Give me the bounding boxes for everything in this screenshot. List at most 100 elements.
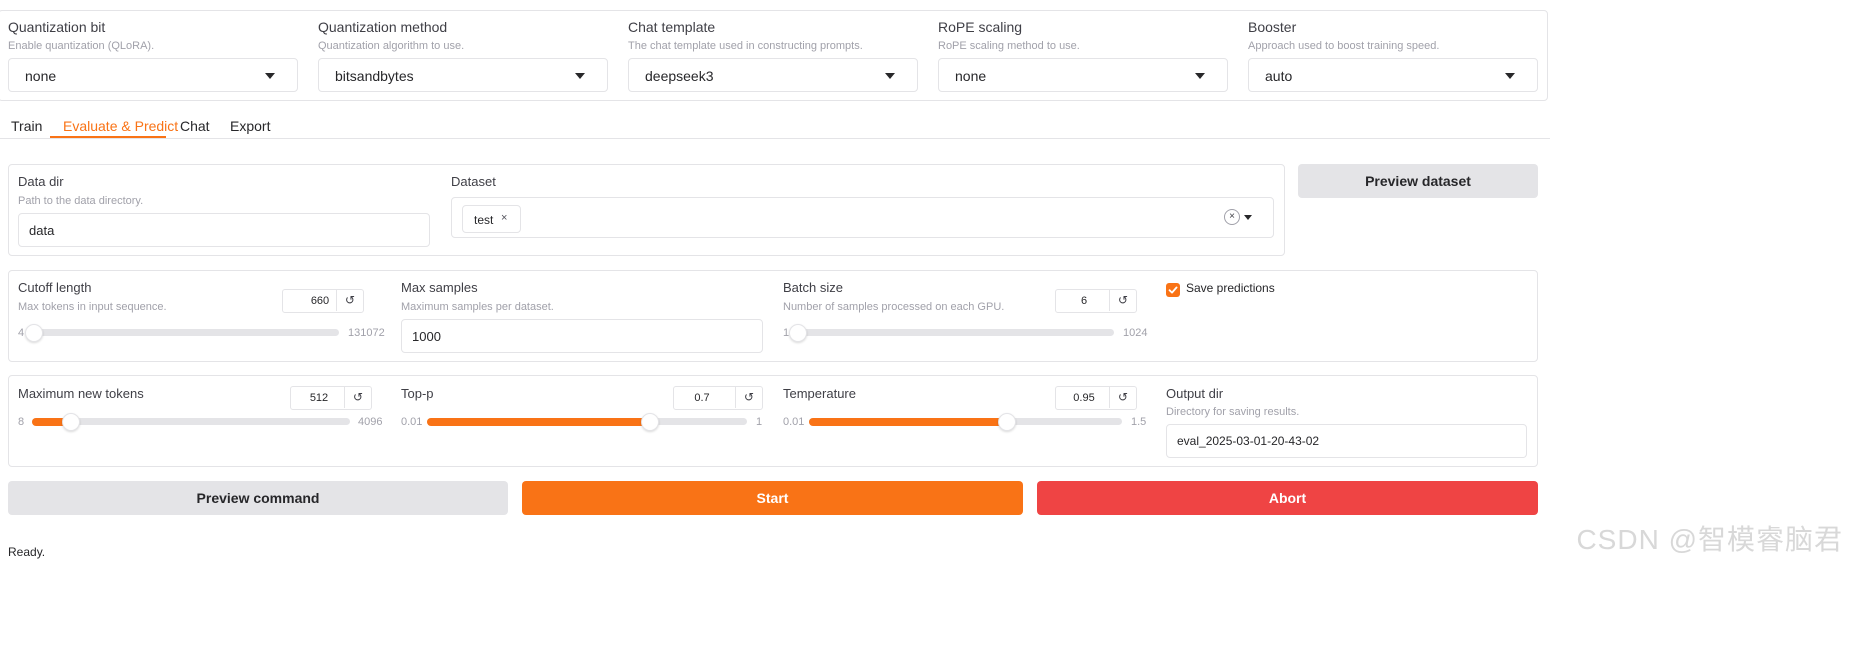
cutoff-length-info: Max tokens in input sequence. (18, 301, 167, 313)
chat-template-dropdown[interactable]: deepseek3 (628, 58, 918, 92)
batch-size-number-input[interactable]: 6 ↺ (1055, 289, 1137, 313)
temperature-label: Temperature (783, 386, 856, 401)
rope-scaling-info: RoPE scaling method to use. (938, 40, 1080, 52)
max-samples-input[interactable]: 1000 (401, 319, 763, 353)
params-row1-panel (8, 270, 1538, 362)
watermark: CSDN @智模睿脑君 (1576, 524, 1843, 555)
chevron-down-icon (885, 73, 895, 79)
chat-template-value: deepseek3 (645, 68, 714, 84)
abort-button[interactable]: Abort (1037, 481, 1538, 515)
temperature-max: 1.5 (1131, 416, 1147, 428)
rope-scaling-dropdown[interactable]: none (938, 58, 1228, 92)
top-p-number-input[interactable]: 0.7 ↺ (673, 386, 763, 410)
quantization-bit-label: Quantization bit (8, 19, 106, 35)
cutoff-length-label: Cutoff length (18, 280, 92, 295)
chevron-down-icon (1195, 73, 1205, 79)
quantization-method-label: Quantization method (318, 19, 448, 35)
quantization-method-value: bitsandbytes (335, 68, 414, 84)
booster-value: auto (1265, 68, 1293, 84)
cutoff-length-number-input[interactable]: 660 ↺ (282, 289, 364, 313)
remove-chip-icon[interactable]: × (501, 212, 507, 224)
tab-export[interactable]: Export (230, 118, 270, 134)
data-dir-info: Path to the data directory. (18, 195, 144, 207)
slider-fill (809, 418, 1007, 426)
save-predictions-checkbox[interactable] (1166, 283, 1180, 297)
booster-info: Approach used to boost training speed. (1248, 40, 1440, 52)
clear-icon[interactable]: × (1224, 209, 1240, 225)
chat-template-label: Chat template (628, 19, 716, 35)
tab-chat[interactable]: Chat (180, 118, 210, 134)
active-tab-indicator (50, 136, 166, 138)
chevron-down-icon (575, 73, 585, 79)
top-p-label: Top-p (401, 386, 434, 401)
chevron-down-icon (265, 73, 275, 79)
quantization-bit-dropdown[interactable]: none (8, 58, 298, 92)
chevron-down-icon (1505, 73, 1515, 79)
max-new-tokens-max: 4096 (358, 416, 383, 428)
max-new-tokens-number-input[interactable]: 512 ↺ (290, 386, 372, 410)
rope-scaling-value: none (955, 68, 987, 84)
booster-dropdown[interactable]: auto (1248, 58, 1538, 92)
quantization-bit-value: none (25, 68, 57, 84)
top-p-value: 0.7 (694, 392, 710, 404)
quantization-method-dropdown[interactable]: bitsandbytes (318, 58, 608, 92)
rope-scaling-label: RoPE scaling (938, 19, 1023, 35)
output-dir-input[interactable]: eval_2025-03-01-20-43-02 (1166, 424, 1527, 458)
batch-size-info: Number of samples processed on each GPU. (783, 301, 1005, 313)
preview-command-button[interactable]: Preview command (8, 481, 508, 515)
booster-label: Booster (1248, 19, 1297, 35)
output-dir-label: Output dir (1166, 386, 1224, 401)
max-new-tokens-slider[interactable] (32, 413, 350, 431)
top-p-min: 0.01 (401, 416, 423, 428)
status-text: Ready. (8, 545, 46, 559)
dataset-chip: test × (462, 205, 521, 233)
chat-template-info: The chat template used in constructing p… (628, 40, 863, 52)
slider-thumb[interactable] (788, 324, 807, 342)
cutoff-length-max: 131072 (348, 327, 385, 339)
tab-bar-divider (0, 138, 1550, 139)
top-p-slider[interactable] (427, 413, 747, 431)
slider-thumb[interactable] (24, 324, 43, 342)
cutoff-length-min: 4 (18, 327, 25, 339)
checkmark-icon (1168, 286, 1178, 294)
temperature-slider[interactable] (809, 413, 1122, 431)
slider-thumb[interactable] (641, 413, 660, 431)
slider-thumb[interactable] (997, 413, 1016, 431)
reset-icon[interactable]: ↺ (735, 386, 762, 408)
max-new-tokens-min: 8 (18, 416, 25, 428)
max-samples-label: Max samples (401, 280, 478, 295)
data-dir-label: Data dir (18, 174, 64, 189)
output-dir-value: eval_2025-03-01-20-43-02 (1177, 434, 1320, 448)
max-samples-info: Maximum samples per dataset. (401, 301, 554, 313)
data-dir-input[interactable]: data (18, 213, 430, 247)
dataset-multiselect[interactable] (451, 197, 1274, 238)
batch-size-label: Batch size (783, 280, 843, 295)
batch-size-value: 6 (1080, 295, 1088, 307)
dataset-label: Dataset (451, 174, 496, 189)
temperature-min: 0.01 (783, 416, 805, 428)
chevron-down-icon[interactable] (1244, 215, 1252, 220)
temperature-number-input[interactable]: 0.95 ↺ (1055, 386, 1137, 410)
save-predictions-label[interactable]: Save predictions (1186, 281, 1275, 295)
reset-icon[interactable]: ↺ (344, 386, 371, 408)
output-dir-info: Directory for saving results. (1166, 406, 1300, 418)
start-button[interactable]: Start (522, 481, 1023, 515)
max-new-tokens-label: Maximum new tokens (18, 386, 144, 401)
data-dir-value: data (29, 223, 55, 238)
max-new-tokens-value: 512 (309, 392, 329, 404)
reset-icon[interactable]: ↺ (1109, 289, 1136, 311)
reset-icon[interactable]: ↺ (336, 289, 363, 311)
quantization-method-info: Quantization algorithm to use. (318, 40, 465, 52)
top-p-max: 1 (756, 416, 763, 428)
reset-icon[interactable]: ↺ (1109, 386, 1136, 408)
quantization-bit-info: Enable quantization (QLoRA). (8, 40, 155, 52)
max-samples-value: 1000 (412, 329, 441, 344)
tab-evaluate-predict[interactable]: Evaluate & Predict (63, 118, 178, 134)
batch-size-slider[interactable] (788, 324, 1114, 342)
slider-fill (427, 418, 651, 426)
batch-size-max: 1024 (1123, 327, 1148, 339)
cutoff-length-slider[interactable] (24, 324, 339, 342)
dataset-chip-label: test (474, 213, 494, 227)
preview-dataset-button[interactable]: Preview dataset (1298, 164, 1538, 198)
tab-train[interactable]: Train (11, 118, 42, 134)
